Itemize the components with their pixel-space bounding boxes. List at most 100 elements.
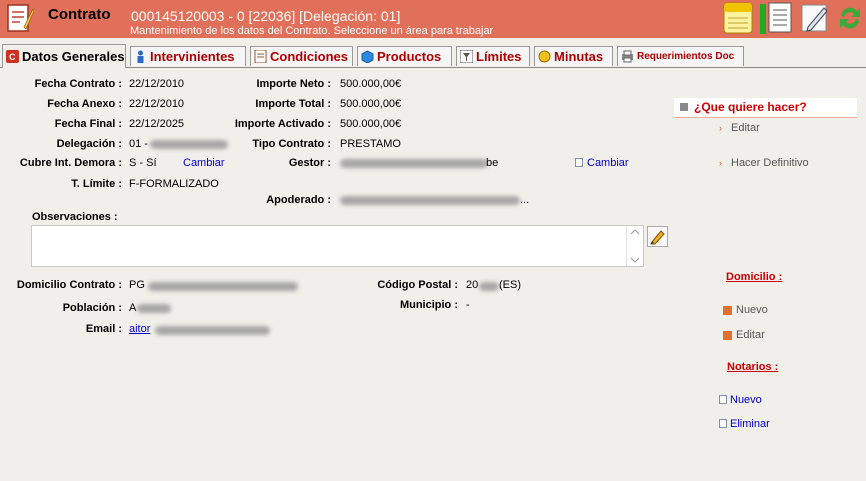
svg-text:C: C	[9, 52, 16, 62]
value-apoderado: ...	[520, 194, 530, 206]
document-small-icon	[575, 158, 583, 167]
label-municipio: Municipio :	[399, 299, 458, 311]
contract-code: 000145120003 - 0 [22036] [Delegación: 01…	[131, 8, 401, 24]
tab-limites[interactable]: Límites	[456, 46, 530, 66]
tab-minutas[interactable]: Minutas	[534, 46, 613, 66]
label-observaciones: Observaciones :	[32, 211, 118, 223]
value-gestor: be	[486, 157, 499, 169]
scroll-down-arrow-icon[interactable]	[631, 257, 639, 263]
value-fecha-final: 22/12/2025	[129, 118, 185, 130]
tab-productos[interactable]: Productos	[357, 46, 452, 66]
tab-intervinientes[interactable]: Intervinientes	[130, 46, 246, 66]
printer-icon	[622, 50, 633, 63]
label-tipo-contrato: Tipo Contrato :	[252, 138, 331, 150]
tab-label: Límites	[476, 49, 522, 64]
label-importe-activado: Importe Activado :	[234, 118, 331, 130]
value-t-limite: F-FORMALIZADO	[129, 178, 219, 190]
chevron-right-icon: ›	[719, 158, 722, 168]
action-hacer-definitivo[interactable]: Hacer Definitivo	[731, 157, 809, 169]
label-fecha-contrato: Fecha Contrato :	[34, 78, 122, 90]
filter-icon	[460, 50, 473, 63]
textarea-scrollbar[interactable]	[626, 226, 643, 266]
label-fecha-anexo: Fecha Anexo :	[47, 98, 122, 110]
value-municipio: -	[466, 299, 470, 311]
redacted-text	[340, 159, 488, 168]
domicilio-section-title: Domicilio :	[726, 271, 783, 283]
tab-label: Condiciones	[270, 49, 349, 64]
value-importe-activado: 500.000,00€	[340, 118, 402, 130]
pencil-icon	[650, 230, 665, 245]
cambiar-demora-link[interactable]: Cambiar	[183, 157, 225, 169]
value-fecha-contrato: 22/12/2010	[129, 78, 185, 90]
label-email: Email :	[85, 323, 122, 335]
notes-icon[interactable]	[723, 2, 753, 34]
cambiar-gestor-link[interactable]: Cambiar	[587, 157, 629, 169]
contract-icon: C	[6, 50, 19, 63]
value-fecha-anexo: 22/12/2010	[129, 98, 185, 110]
value-domicilio-contrato: PG	[129, 279, 145, 291]
redacted-text	[137, 304, 171, 313]
label-gestor: Gestor :	[288, 157, 331, 169]
label-codigo-postal: Código Postal :	[377, 279, 458, 291]
redacted-text	[148, 282, 298, 291]
document-list-icon[interactable]	[766, 2, 796, 34]
document-small-icon	[719, 395, 727, 404]
label-fecha-final: Fecha Final :	[54, 118, 122, 130]
redacted-text	[340, 196, 520, 205]
value-poblacion: A	[129, 302, 137, 314]
label-importe-total: Importe Total :	[255, 98, 331, 110]
actions-header[interactable]: ¿Que quiere hacer?	[674, 98, 857, 118]
action-editar[interactable]: Editar	[731, 122, 760, 134]
label-t-limite: T. Límite :	[71, 178, 122, 190]
label-delegacion: Delegación :	[56, 138, 122, 150]
tab-requerimientos-doc[interactable]: Requerimientos Doc	[617, 46, 744, 66]
label-cubre-int-demora: Cubre Int. Demora :	[19, 157, 122, 169]
tab-condiciones[interactable]: Condiciones	[250, 46, 353, 66]
redacted-text	[155, 326, 270, 335]
tab-label: Requerimientos Doc	[637, 51, 735, 62]
email-link[interactable]: aitor	[129, 323, 150, 335]
label-importe-neto: Importe Neto :	[256, 78, 331, 90]
refresh-icon[interactable]	[835, 2, 865, 34]
scroll-up-arrow-icon[interactable]	[631, 229, 639, 235]
arrow-right-icon	[680, 103, 688, 111]
app-header: Contrato 000145120003 - 0 [22036] [Deleg…	[0, 0, 866, 38]
document-icon	[254, 50, 267, 63]
redacted-text	[150, 140, 228, 149]
domicilio-nuevo[interactable]: Nuevo	[736, 304, 768, 316]
value-codigo-postal: 20	[466, 279, 479, 291]
notarios-eliminar[interactable]: Eliminar	[730, 418, 770, 430]
box-icon	[361, 50, 374, 63]
observaciones-textarea[interactable]	[31, 225, 644, 267]
document-small-icon	[719, 419, 727, 428]
edit-icon	[723, 331, 732, 340]
tab-bar: C Datos Generales Intervinientes Condici…	[0, 44, 866, 68]
add-icon	[723, 306, 732, 315]
value-importe-neto: 500.000,00€	[340, 78, 402, 90]
value-importe-total: 500.000,00€	[340, 98, 402, 110]
window-subtitle: Mantenimiento de los datos del Contrato.…	[130, 25, 494, 37]
contract-document-icon	[7, 4, 34, 32]
label-domicilio-contrato: Domicilio Contrato :	[16, 279, 122, 291]
notarios-nuevo[interactable]: Nuevo	[730, 394, 762, 406]
edit-pen-icon[interactable]	[800, 2, 830, 34]
tab-label: Intervinientes	[150, 49, 235, 64]
actions-title: ¿Que quiere hacer?	[694, 100, 807, 114]
value-codigo-postal-country: (ES)	[499, 279, 521, 291]
person-icon	[137, 50, 144, 63]
chevron-right-icon: ›	[719, 123, 722, 133]
window-title: Contrato	[48, 6, 111, 23]
tab-label: Datos Generales	[22, 49, 125, 64]
domicilio-editar[interactable]: Editar	[736, 329, 765, 341]
edit-observaciones-button[interactable]	[647, 226, 668, 247]
coin-icon	[538, 50, 551, 63]
value-tipo-contrato: PRESTAMO	[340, 138, 401, 150]
redacted-text	[479, 282, 499, 291]
notarios-section-title: Notarios :	[727, 361, 779, 373]
tab-label: Productos	[377, 49, 442, 64]
label-apoderado: Apoderado :	[266, 194, 331, 206]
value-cubre-int-demora: S - Sí	[129, 157, 157, 169]
label-poblacion: Población :	[62, 302, 122, 314]
tab-label: Minutas	[554, 49, 604, 64]
tab-datos-generales[interactable]: C Datos Generales	[2, 44, 126, 68]
